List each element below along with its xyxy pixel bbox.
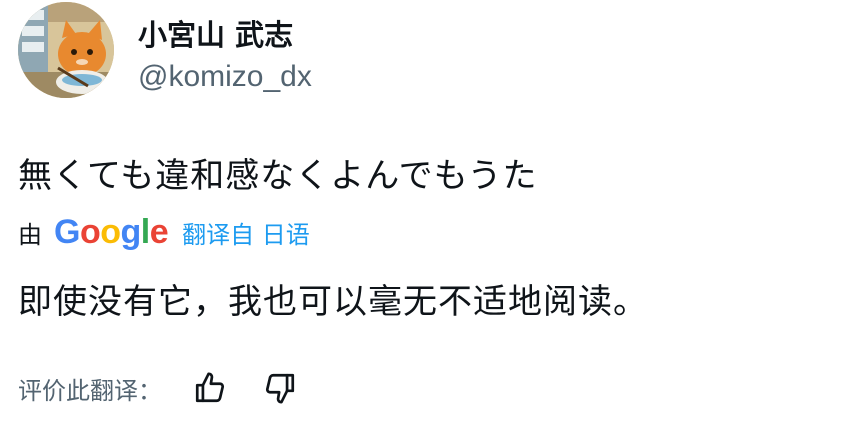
translation-by-label: 由 (18, 220, 42, 249)
thumbs-up-icon[interactable] (188, 368, 232, 408)
translated-text: 即使没有它，我也可以毫无不适地阅读。 (18, 282, 648, 322)
avatar[interactable] (18, 2, 114, 98)
user-handle[interactable]: @komizo_dx (138, 60, 312, 94)
translated-from-link[interactable]: 翻译自 日语 (182, 215, 310, 250)
google-logo: Google (54, 213, 169, 251)
rate-translation-row: 评价此翻译： (18, 366, 328, 410)
translation-attribution: 由 Google 翻译自 日语 (18, 212, 310, 252)
display-name[interactable]: 小宮山 武志 (138, 12, 293, 54)
thumbs-down-icon[interactable] (258, 368, 302, 408)
rate-translation-label: 评价此翻译： (18, 376, 162, 405)
tweet-text: 無くても違和感なくよんでもうた (18, 156, 538, 196)
cartoon-cat-avatar-icon (18, 2, 114, 98)
